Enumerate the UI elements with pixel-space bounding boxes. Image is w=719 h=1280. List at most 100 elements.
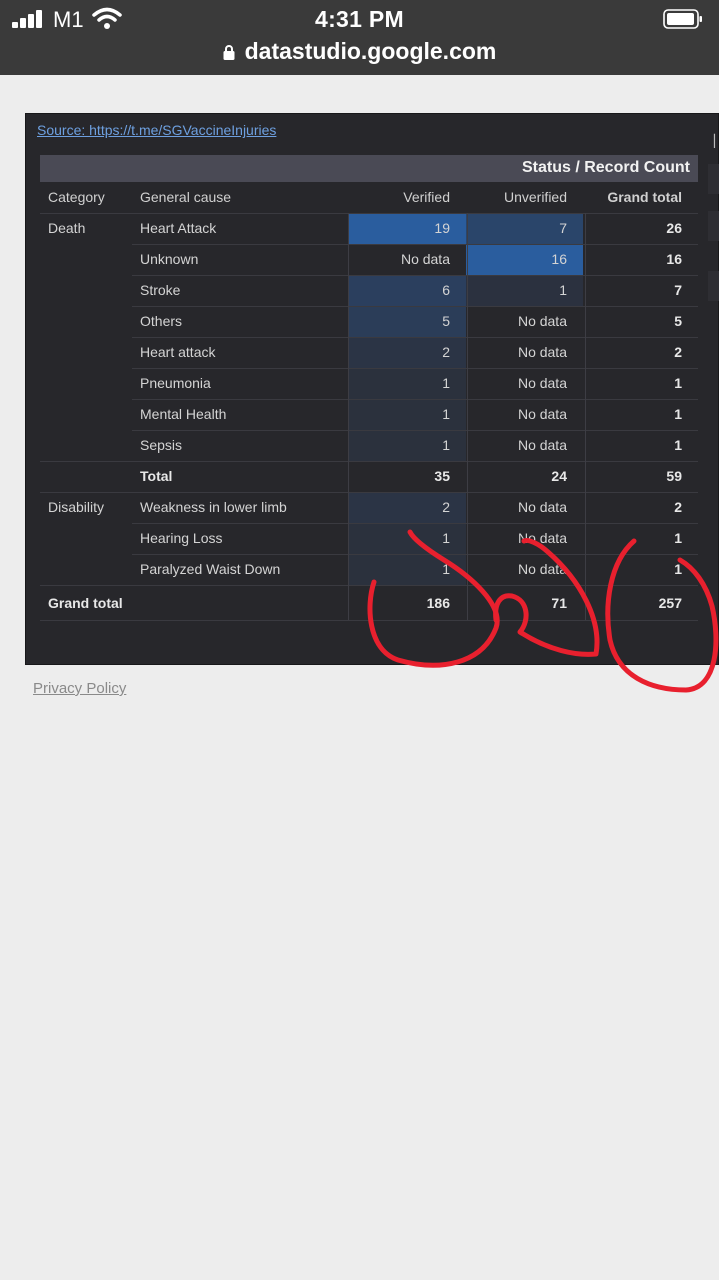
row-divider: [132, 244, 698, 245]
category-cell: [40, 244, 132, 275]
general-cause-cell: Mental Health: [140, 406, 227, 422]
category-cell: [40, 337, 132, 368]
address-bar[interactable]: datastudio.google.com: [0, 38, 719, 65]
status-time: 4:31 PM: [314, 6, 405, 32]
row-divider: [132, 275, 698, 276]
grand-total-cell: 5: [674, 313, 682, 329]
general-cause-cell: Heart attack: [140, 344, 216, 360]
unverified-cell: No data: [517, 375, 567, 391]
grand-total-cell: 1: [674, 437, 682, 453]
verified-cell: 19: [348, 213, 466, 244]
verified-cell: 1: [348, 368, 466, 399]
row-divider: [132, 306, 698, 307]
unverified-cell: No data: [517, 406, 567, 422]
verified-cell: 2: [348, 337, 466, 368]
report-card: Source: https://t.me/SGVaccineInjuries ▏…: [25, 113, 719, 665]
row-divider: [132, 430, 698, 431]
category-cell: [40, 554, 132, 585]
pivot-header-label: Status / Record Count: [521, 159, 690, 176]
column-header-verified[interactable]: Verified: [348, 182, 466, 213]
column-header-category[interactable]: Category: [40, 182, 132, 213]
general-cause-cell: Heart Attack: [140, 220, 217, 236]
unverified-cell: No data: [517, 344, 567, 360]
unverified-cell: No data: [517, 561, 567, 577]
verified-cell: 2: [348, 492, 466, 523]
verified-cell: 1: [348, 430, 466, 461]
category-cell: [40, 306, 132, 337]
unverified-cell: No data: [517, 313, 567, 329]
row-divider: [40, 620, 698, 621]
row-divider: [132, 523, 698, 524]
grand-total-cell: 1: [674, 530, 682, 546]
source-link[interactable]: Source: https://t.me/SGVaccineInjuries: [37, 122, 276, 138]
grand-total-unverified: 71: [551, 595, 567, 611]
column-divider: [585, 213, 586, 620]
general-cause-cell: Stroke: [140, 282, 181, 298]
column-divider: [467, 213, 468, 620]
grand-total-label: Grand total: [48, 595, 123, 611]
grand-total-cell: 1: [674, 561, 682, 577]
grand-total-cell: 2: [674, 344, 682, 360]
pivot-header: Status / Record Count: [40, 155, 698, 182]
category-cell: [40, 275, 132, 306]
general-cause-cell: Sepsis: [140, 437, 183, 453]
grand-total-cell: 2: [674, 499, 682, 515]
grand-total-cell: 16: [666, 251, 682, 267]
battery-icon: [663, 9, 702, 29]
category-cell: [40, 523, 132, 554]
unverified-cell: No data: [517, 437, 567, 453]
column-header-grand-total[interactable]: Grand total: [586, 182, 698, 213]
clipped-block: [708, 271, 719, 301]
grand-total-cell: 59: [666, 468, 682, 484]
row-divider: [40, 461, 698, 462]
grand-total-cell: 7: [674, 282, 682, 298]
browser-top-bar: M1 4:31 PM datastudio.google.com: [0, 0, 719, 75]
row-divider: [132, 554, 698, 555]
clipped-glyph-icon: ▏: [714, 134, 719, 148]
unverified-cell: No data: [517, 530, 567, 546]
verified-cell: 1: [348, 523, 466, 554]
verified-cell: 35: [434, 468, 450, 484]
column-divider: [348, 213, 349, 620]
row-divider: [40, 585, 698, 586]
clipped-block: [708, 164, 719, 194]
lock-icon: [223, 45, 235, 60]
category-cell: Disability: [48, 499, 105, 515]
grand-total-cell: 1: [674, 406, 682, 422]
category-cell: Death: [48, 220, 86, 236]
unverified-cell: 16: [466, 244, 583, 275]
category-cell: [40, 368, 132, 399]
row-divider: [40, 492, 698, 493]
row-divider: [132, 399, 698, 400]
grand-total-cell: 26: [666, 220, 682, 236]
general-cause-cell: Unknown: [140, 251, 199, 267]
category-cell: [40, 399, 132, 430]
category-cell: [40, 430, 132, 461]
verified-cell: 6: [348, 275, 466, 306]
verified-cell: 1: [348, 399, 466, 430]
unverified-cell: No data: [517, 499, 567, 515]
general-cause-cell: Weakness in lower limb: [140, 499, 287, 515]
verified-cell: 5: [348, 306, 466, 337]
row-divider: [132, 337, 698, 338]
general-cause-cell: Total: [140, 468, 173, 484]
row-divider: [132, 368, 698, 369]
general-cause-cell: Others: [140, 313, 183, 329]
verified-cell: No data: [400, 251, 450, 267]
clipped-adjacent-widget: ▏: [708, 126, 719, 316]
category-cell: [40, 461, 132, 492]
unverified-cell: 7: [466, 213, 583, 244]
unverified-cell: 1: [466, 275, 583, 306]
row-divider: [40, 213, 698, 214]
grand-total-all: 257: [658, 595, 682, 611]
general-cause-cell: Pneumonia: [140, 375, 211, 391]
unverified-cell: 24: [551, 468, 567, 484]
grand-total-verified: 186: [426, 595, 450, 611]
privacy-policy-link[interactable]: Privacy Policy: [33, 680, 126, 697]
general-cause-cell: Hearing Loss: [140, 530, 223, 546]
verified-cell: 1: [348, 554, 466, 585]
grand-total-cell: 1: [674, 375, 682, 391]
url-text: datastudio.google.com: [244, 38, 497, 64]
column-header-general-cause[interactable]: General cause: [132, 182, 348, 213]
column-header-unverified[interactable]: Unverified: [466, 182, 583, 213]
